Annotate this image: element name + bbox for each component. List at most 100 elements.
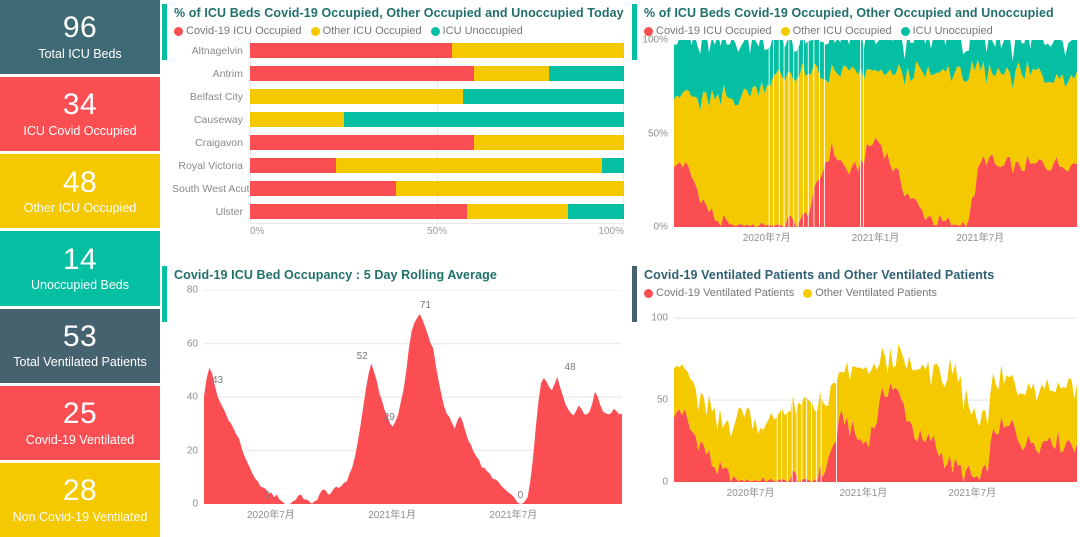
kpi-card-non-covid-19-ventilated[interactable]: 28 Non Covid-19 Ventilated (0, 462, 160, 537)
bar-track (250, 89, 624, 104)
panel-accent-bar (162, 4, 167, 60)
panel-title-rolling-avg: Covid-19 ICU Bed Occupancy : 5 Day Rolli… (174, 268, 497, 282)
kpi-card-total-icu-beds[interactable]: 96 Total ICU Beds (0, 0, 160, 75)
legend-swatch-icon (900, 26, 910, 36)
legend-hospital-bars: Covid-19 ICU Occupied Other ICU Occupied I… (174, 25, 624, 37)
bar-segment[interactable] (250, 158, 337, 173)
legend-label: Other Ventilated Patients (815, 287, 937, 299)
bar-x-axis: 0% 50% 100% (250, 223, 624, 239)
legend-label: Other ICU Occupied (322, 25, 422, 37)
data-label: 52 (356, 350, 368, 362)
bar-category-label: Causeway (193, 113, 243, 126)
bar-category-label: Craigavon (195, 136, 243, 149)
kpi-card-other-icu-occupied[interactable]: 48 Other ICU Occupied (0, 154, 160, 229)
x-axis-labels: 2020年7月 2021年1月 2021年7月 (204, 504, 622, 521)
bar-segment[interactable] (395, 181, 624, 196)
panel-accent-bar (632, 4, 637, 60)
panel-rolling-avg[interactable]: Covid-19 ICU Bed Occupancy : 5 Day Rolli… (162, 262, 632, 537)
bar-row[interactable]: Causeway (172, 108, 624, 131)
y-tick-label: 40 (186, 391, 198, 403)
bar-row[interactable]: Antrim (172, 62, 624, 85)
bar-segment[interactable] (474, 135, 624, 150)
bar-segment[interactable] (549, 66, 624, 81)
legend-item[interactable]: Covid-19 Ventilated Patients (644, 287, 794, 299)
bar-category-label: Ulster (215, 205, 243, 218)
legend-item[interactable]: Other Ventilated Patients (803, 287, 937, 299)
bar-segment[interactable] (250, 89, 464, 104)
bar-segment[interactable] (343, 112, 624, 127)
panel-title-ventilated: Covid-19 Ventilated Patients and Other V… (644, 268, 995, 282)
bar-category-label: Belfast City (189, 90, 243, 103)
hospital-bar-chart: Altnagelvin Antrim Belfast City Causeway Cra… (172, 39, 624, 239)
kpi-value: 25 (62, 397, 98, 431)
x-tick-label: 2021年1月 (368, 510, 416, 521)
bar-row[interactable]: Ulster (172, 200, 624, 223)
data-label: 71 (419, 300, 432, 312)
bar-segment[interactable] (567, 204, 624, 219)
kpi-card-covid-19-ventilated[interactable]: 25 Covid-19 Ventilated (0, 385, 160, 460)
x-tick-label: 2020年7月 (742, 233, 791, 244)
panel-title-hospital-bars: % of ICU Beds Covid-19 Occupied, Other O… (174, 6, 624, 20)
bar-row[interactable]: Belfast City (172, 85, 624, 108)
plot-area[interactable] (674, 302, 1077, 482)
x-tick-label: 2021年7月 (956, 233, 1005, 244)
y-tick-label: 0 (192, 498, 198, 510)
kpi-label: Other ICU Occupied (23, 201, 137, 216)
y-axis-labels: 0 50 100 (642, 302, 672, 488)
bar-track (250, 158, 624, 173)
kpi-label: Non Covid-19 Ventilated (12, 509, 148, 524)
legend-item[interactable]: ICU Unoccupied (900, 25, 993, 37)
bar-segment[interactable] (451, 43, 624, 58)
bar-row[interactable]: Craigavon (172, 131, 624, 154)
kpi-label: ICU Covid Occupied (23, 123, 137, 138)
y-axis-labels: 0 20 40 60 80 (172, 285, 202, 510)
x-tick-label: 2020年7月 (246, 510, 295, 521)
bar-segment[interactable] (466, 204, 568, 219)
bar-x-tick-label: 50% (426, 226, 448, 237)
legend-item[interactable]: Covid-19 ICU Occupied (174, 25, 302, 37)
kpi-card-icu-covid-occupied[interactable]: 34 ICU Covid Occupied (0, 77, 160, 152)
kpi-card-unoccupied-beds[interactable]: 14 Unoccupied Beds (0, 231, 160, 306)
dashboard-root: 96 Total ICU Beds 34 ICU Covid Occupied 48 Ot… (0, 0, 1080, 537)
y-tick-label: 50 (656, 394, 668, 406)
legend-item[interactable]: Other ICU Occupied (310, 25, 422, 37)
legend-label: Other ICU Occupied (792, 25, 892, 37)
plot-area[interactable] (674, 40, 1077, 227)
bar-segment[interactable] (474, 66, 550, 81)
charts-grid: % of ICU Beds Covid-19 Occupied, Other O… (160, 0, 1080, 537)
bar-row[interactable]: Altnagelvin (172, 39, 624, 62)
legend-item[interactable]: ICU Unoccupied (430, 25, 523, 37)
bar-segment[interactable] (250, 43, 452, 58)
panel-accent-bar (162, 266, 167, 322)
panel-pct-timeseries[interactable]: % of ICU Beds Covid-19 Occupied, Other O… (632, 0, 1080, 262)
bar-segment[interactable] (250, 66, 475, 81)
bar-x-tick-label: 0% (250, 226, 265, 237)
kpi-value: 96 (62, 11, 98, 45)
y-tick-label: 50% (647, 128, 668, 139)
ventilated-chart: 0 50 100 2020年7月 2021年1月 2021年7月 (642, 302, 1079, 500)
bar-segment[interactable] (250, 204, 467, 219)
kpi-card-total-ventilated-patients[interactable]: 53 Total Ventilated Patients (0, 308, 160, 383)
bar-segment[interactable] (250, 135, 475, 150)
bar-row[interactable]: Royal Victoria (172, 154, 624, 177)
bar-row[interactable]: South West Acute (172, 177, 624, 200)
bar-segment[interactable] (601, 158, 624, 173)
bar-segment[interactable] (463, 89, 624, 104)
pct-timeseries-chart: 0% 50% 100% 2020年7月 2021年1月 2021年7月 (642, 35, 1079, 245)
bar-segment[interactable] (250, 112, 344, 127)
bar-track (250, 204, 624, 219)
panel-hospital-bars[interactable]: % of ICU Beds Covid-19 Occupied, Other O… (162, 0, 632, 262)
panel-ventilated[interactable]: Covid-19 Ventilated Patients and Other V… (632, 262, 1080, 537)
kpi-label: Covid-19 Ventilated (25, 432, 135, 447)
bar-x-tick-label: 100% (598, 226, 624, 237)
data-label: 48 (564, 361, 576, 373)
rolling-avg-chart: 020406080430522971048342020年7月2021年1月202… (172, 285, 624, 522)
plot-area[interactable] (204, 290, 622, 504)
kpi-value: 34 (62, 88, 98, 122)
bar-track (250, 112, 624, 127)
bar-segment[interactable] (250, 181, 396, 196)
legend-item[interactable]: Other ICU Occupied (780, 25, 892, 37)
kpi-label: Total Ventilated Patients (13, 355, 147, 370)
x-tick-label: 2020年7月 (726, 488, 775, 499)
bar-segment[interactable] (336, 158, 602, 173)
